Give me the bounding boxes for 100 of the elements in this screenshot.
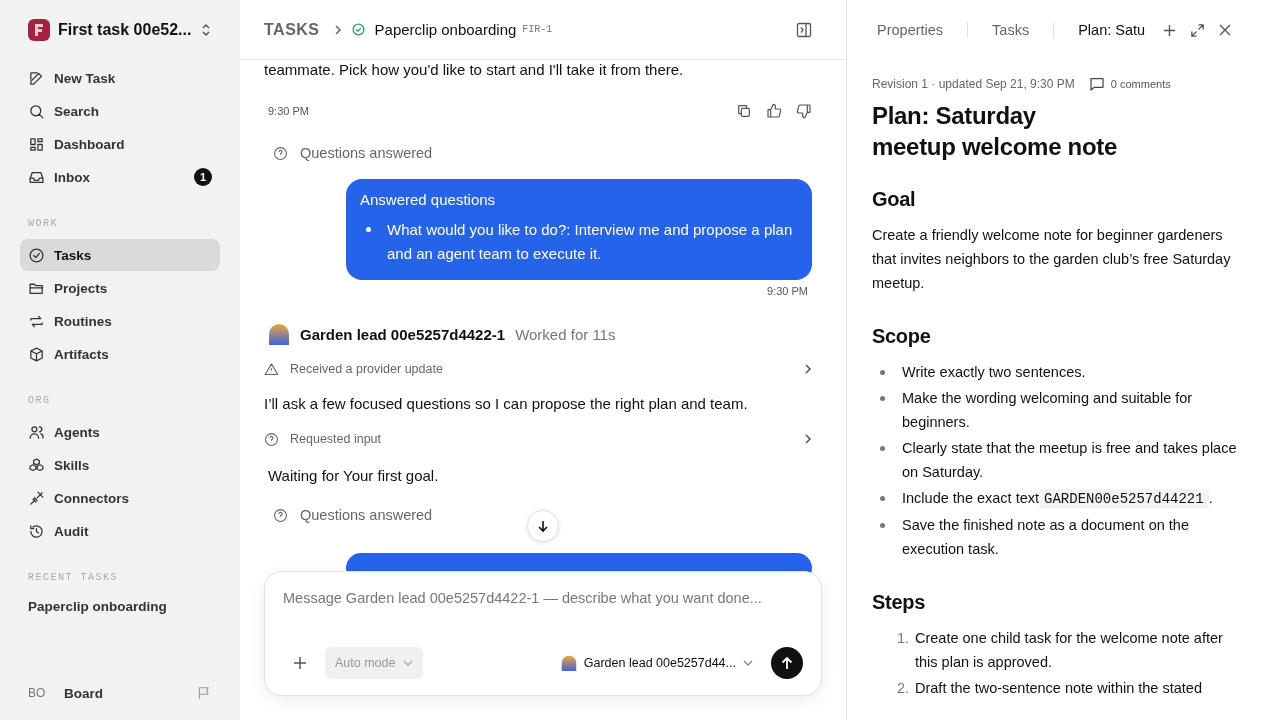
chevron-right-icon	[333, 23, 342, 36]
question-icon	[273, 507, 288, 523]
user-name[interactable]: Board	[64, 685, 184, 701]
panel-tab[interactable]: Properties	[867, 22, 954, 38]
list-item-text: Include the exact text	[902, 490, 1040, 506]
bullet-dot	[880, 446, 885, 451]
question-icon	[273, 145, 288, 161]
list-item-text: .	[1208, 490, 1213, 506]
status-text: Questions answered	[300, 507, 433, 523]
user-avatar[interactable]: BO	[28, 686, 52, 700]
comment-icon[interactable]	[1088, 76, 1105, 92]
bubble-title: Answered questions	[360, 191, 497, 208]
panel-toggle-icon[interactable]	[796, 21, 812, 38]
step-number: 2.	[895, 679, 910, 698]
edit-icon	[28, 69, 45, 87]
agent-name: Garden lead 00e5257d4422-1	[300, 325, 506, 343]
message-time: 9:30 PM	[767, 285, 808, 297]
avatar-icon	[560, 655, 577, 671]
task-title: Paperclip onboarding	[374, 21, 517, 38]
event-text: Requested input	[290, 432, 382, 446]
workspace-name[interactable]: First task 00e52...	[58, 21, 192, 39]
caret-icon	[743, 660, 753, 666]
message-time: 9:30 PM	[268, 105, 309, 117]
section-heading: Goal	[872, 188, 917, 211]
people-icon	[28, 423, 45, 441]
thumbs-up-icon[interactable]	[766, 103, 782, 119]
add-icon[interactable]	[293, 656, 307, 670]
list-item-text: Write exactly two sentences.	[902, 364, 1086, 380]
revision-info: Revision 1 · updated Sep 21, 9:30 PM	[872, 77, 1075, 91]
logo-icon	[28, 19, 50, 41]
copy-icon[interactable]	[736, 103, 752, 119]
event-text: Received a provider update	[290, 362, 443, 376]
document-title: Plan: Saturday meetup welcome note	[872, 101, 1119, 162]
history-icon	[28, 522, 45, 540]
nav-item[interactable]: Audit	[20, 515, 220, 547]
check-circle-icon	[351, 23, 365, 36]
message-field[interactable]: Message Garden lead 00e5257d4422-1 — describe what you want done... Auto mode Garden lead 00e5257d44...	[264, 571, 822, 696]
plug-icon	[28, 489, 45, 507]
nav-item[interactable]: Search	[20, 95, 220, 127]
nav-item[interactable]: Routines	[20, 305, 220, 337]
nav-item[interactable]: Inbox 1	[20, 161, 220, 193]
close-icon[interactable]	[1219, 24, 1232, 36]
send-button[interactable]	[771, 647, 803, 679]
warning-icon	[264, 361, 279, 377]
bullet-dot	[366, 227, 371, 232]
bullet-dot	[880, 396, 885, 401]
list-item-text: Make the wording welcoming and suitable for beginners.	[902, 390, 1193, 430]
step-text: Create one child task for the welcome note after this plan is approved.	[915, 629, 1224, 672]
panel-tab[interactable]: Plan: Satu	[1068, 22, 1156, 38]
breadcrumb-link[interactable]: TASKS	[264, 20, 320, 39]
chevron-updown-icon[interactable]	[200, 23, 212, 37]
question-icon	[264, 431, 279, 447]
bullet-dot	[880, 496, 885, 501]
arrow-up-icon	[780, 656, 794, 670]
search-icon	[28, 102, 45, 120]
chevron-right-icon	[804, 433, 812, 445]
nav-item[interactable]: Connectors	[20, 482, 220, 514]
code-snippet: GARDEN00e5257d44221	[1039, 489, 1209, 509]
step-number: 1.	[895, 629, 910, 648]
section-heading: Steps	[872, 591, 926, 614]
nav-item[interactable]: Dashboard	[20, 128, 220, 160]
avatar-icon	[268, 323, 290, 345]
add-icon[interactable]	[1163, 23, 1177, 37]
nav-item[interactable]: Artifacts	[20, 338, 220, 370]
paragraph-text: Create a friendly welcome note for beginner gardeners that invites neighbors to the garden club’s free Saturday meetup.	[872, 226, 1232, 293]
cube-icon	[28, 345, 45, 363]
message-text: teammate. Pick how you'd like to start and I'll take it from there.	[264, 60, 685, 80]
comment-count[interactable]: 0 comments	[1110, 78, 1171, 90]
section-heading: Scope	[872, 325, 932, 348]
nav-item[interactable]: Tasks	[20, 239, 220, 271]
scroll-down-button[interactable]	[527, 510, 559, 542]
section-label: RECENT TASKS	[27, 572, 119, 583]
work-duration: Worked for 11s	[515, 325, 616, 343]
cubes-icon	[28, 456, 45, 474]
agent-dropdown[interactable]: Garden lead 00e5257d44...	[560, 655, 753, 671]
dashboard-icon	[28, 135, 45, 153]
nav-item[interactable]: Projects	[20, 272, 220, 304]
section-label: WORK	[27, 218, 59, 229]
list-item-text: Save the finished note as a document on the execution task.	[902, 517, 1189, 557]
bullet-dot	[880, 370, 885, 375]
count-badge: 1	[194, 168, 212, 186]
section-label: ORG	[27, 395, 52, 406]
arrow-down-icon	[536, 519, 550, 533]
panel-tab[interactable]: Tasks	[982, 22, 1040, 38]
chevron-right-icon	[804, 363, 812, 375]
nav-item[interactable]: New Task	[20, 62, 220, 94]
thumbs-down-icon[interactable]	[796, 103, 812, 119]
step-text: Draft the two-sentence note within the stated	[915, 679, 1203, 698]
bullet-dot	[880, 523, 885, 528]
list-item-text: Clearly state that the meetup is free and takes place on Saturday.	[902, 440, 1237, 480]
nav-item[interactable]: Agents	[20, 416, 220, 448]
status-text: Questions answered	[300, 145, 433, 161]
caret-icon	[403, 660, 414, 666]
recent-task[interactable]: Paperclip onboarding	[20, 593, 220, 620]
nav-item[interactable]: Skills	[20, 449, 220, 481]
message-text: I’ll ask a few focused questions so I can propose the right plan and team.	[264, 394, 749, 414]
expand-icon[interactable]	[1190, 22, 1206, 38]
message-text: Waiting for Your first goal.	[268, 466, 440, 486]
task-code: FIR-1	[522, 24, 553, 35]
answer-text: What would you like to do?: Interview me and propose a plan and an agent team to execute it.	[387, 220, 794, 264]
